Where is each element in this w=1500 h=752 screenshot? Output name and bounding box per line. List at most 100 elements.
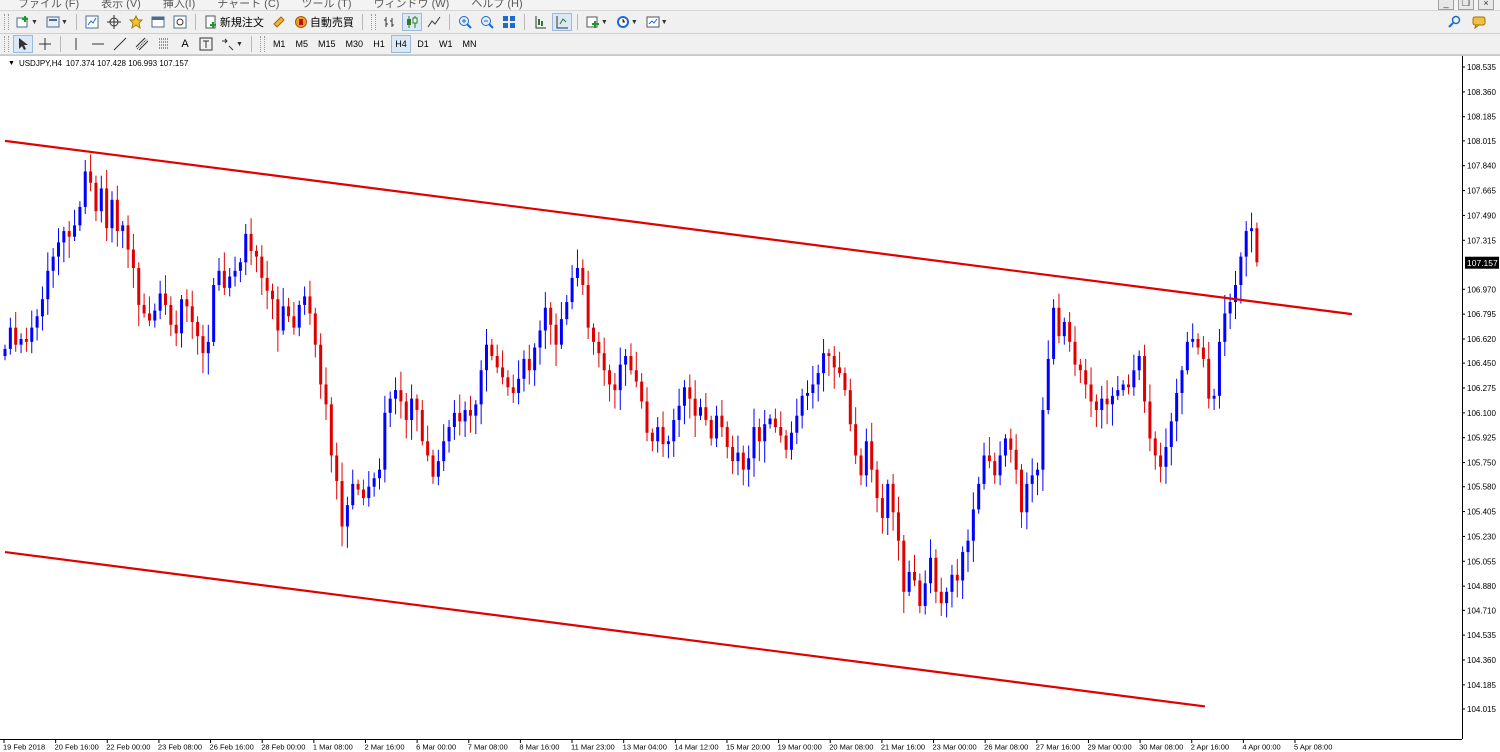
horizontal-line-button[interactable]: [88, 35, 108, 53]
candle-body: [864, 441, 868, 476]
periods-button[interactable]: ▼: [613, 13, 641, 31]
timeframe-mn[interactable]: MN: [459, 35, 481, 53]
cursor-button[interactable]: [13, 35, 33, 53]
candle-body: [415, 398, 419, 411]
candle-body: [977, 483, 981, 510]
candle-body: [870, 441, 874, 470]
candle-body: [543, 307, 547, 331]
toolbar-grip[interactable]: [370, 14, 376, 30]
candle-body: [880, 498, 884, 518]
line-studies-toolbar: A ▼ M1 M5 M15 M30 H1 H4 D1 W1 MN: [0, 34, 1500, 55]
fibonacci-button[interactable]: [154, 35, 174, 53]
menu-item[interactable]: 挿入(I): [163, 0, 195, 10]
candle-body: [731, 446, 735, 462]
arrows-button[interactable]: ▼: [218, 35, 246, 53]
crosshair-icon: [38, 37, 52, 51]
crosshair-button[interactable]: [35, 35, 55, 53]
metaeditor-button[interactable]: [269, 13, 289, 31]
timeframe-m15[interactable]: M15: [314, 35, 340, 53]
price-tick-label: 108.015: [1467, 137, 1496, 146]
candle-body: [158, 293, 162, 311]
menu-item[interactable]: ヘルプ (H): [471, 0, 522, 10]
time-tick-label: 23 Feb 08:00: [158, 743, 202, 752]
menu-item[interactable]: ウィンドウ (W): [374, 0, 450, 10]
candle-body: [1217, 341, 1221, 396]
price-tick-label: 104.015: [1467, 705, 1496, 714]
price-chart[interactable]: 108.535 108.360 108.185 108.015 107.840 107.6…: [0, 56, 1500, 752]
candle-body: [474, 404, 478, 416]
timeframe-m5[interactable]: M5: [291, 35, 312, 53]
price-tick-label: 108.360: [1467, 88, 1496, 97]
data-window-button[interactable]: [104, 13, 124, 31]
chat-icon[interactable]: [1472, 15, 1486, 30]
time-tick-label: 19 Feb 2018: [3, 743, 45, 752]
new-order-button[interactable]: 新規注文: [201, 13, 267, 31]
candle-body: [682, 387, 686, 406]
timeframe-m30[interactable]: M30: [341, 35, 367, 53]
zoom-in-button[interactable]: [455, 13, 475, 31]
candle-body: [1009, 438, 1013, 450]
candle-body: [511, 387, 515, 393]
menu-item[interactable]: チャート (C): [217, 0, 279, 10]
toolbar-grip[interactable]: [259, 36, 265, 52]
equidistant-channel-button[interactable]: [132, 35, 152, 53]
candle-body: [147, 313, 151, 321]
candlestick-button[interactable]: [401, 13, 422, 31]
line-chart-button[interactable]: [424, 13, 444, 31]
timeframe-h1[interactable]: H1: [369, 35, 389, 53]
tile-windows-button[interactable]: [499, 13, 519, 31]
minimize-button[interactable]: _: [1438, 0, 1454, 10]
market-watch-button[interactable]: [82, 13, 102, 31]
timeframe-m1[interactable]: M1: [269, 35, 290, 53]
candle-body: [276, 299, 280, 331]
strategy-tester-button[interactable]: [170, 13, 190, 31]
indicators-button[interactable]: ▼: [583, 13, 611, 31]
autoscroll-button[interactable]: [551, 13, 572, 31]
candle-body: [1148, 401, 1152, 439]
candle-body: [1255, 228, 1259, 263]
candle-body: [356, 483, 360, 490]
text-button[interactable]: A: [176, 35, 194, 53]
chart-shift-button[interactable]: [530, 13, 550, 31]
candle-body: [666, 441, 670, 445]
menu-item[interactable]: ツール (T): [301, 0, 351, 10]
menu-item[interactable]: ファイル (F): [18, 0, 79, 10]
auto-trading-button[interactable]: 自動売買: [291, 13, 357, 31]
toolbar-grip[interactable]: [4, 36, 9, 52]
close-button[interactable]: ×: [1478, 0, 1494, 10]
candle-body: [650, 432, 654, 442]
timeframe-w1[interactable]: W1: [435, 35, 457, 53]
zoom-out-icon: [480, 15, 494, 29]
templates-button[interactable]: ▼: [643, 13, 671, 31]
terminal-button[interactable]: [148, 13, 168, 31]
zoom-out-button[interactable]: [477, 13, 497, 31]
candle-body: [806, 392, 809, 396]
trendline-button[interactable]: [110, 35, 130, 53]
vertical-line-button[interactable]: [66, 35, 86, 53]
chevron-down-icon: ▼: [236, 40, 243, 48]
candle-body: [297, 304, 301, 328]
timeframe-d1[interactable]: D1: [413, 35, 433, 53]
toolbar-separator: [250, 36, 252, 52]
restore-button[interactable]: ❐: [1458, 0, 1474, 10]
text-label-button[interactable]: [196, 35, 216, 53]
bar-chart-button[interactable]: [380, 13, 400, 31]
candle-body: [1175, 392, 1179, 422]
bar-chart-icon: [383, 15, 397, 29]
search-icon[interactable]: [1448, 15, 1462, 29]
window-buttons: _ ❐ ×: [1438, 0, 1494, 10]
candle-body: [201, 336, 205, 354]
navigator-button[interactable]: [126, 13, 146, 31]
timeframe-h4[interactable]: H4: [391, 35, 411, 53]
menu-item[interactable]: 表示 (V): [101, 0, 141, 10]
candle-body: [1212, 395, 1216, 399]
candle-body: [618, 364, 622, 391]
terminal-icon: [151, 15, 165, 29]
candle-body: [228, 276, 232, 288]
toolbar-grip[interactable]: [4, 14, 9, 30]
new-chart-icon: [16, 15, 30, 29]
new-chart-button[interactable]: ▼: [13, 13, 41, 31]
chevron-down-icon: ▼: [660, 18, 668, 26]
chart-window[interactable]: 108.535 108.360 108.185 108.015 107.840 107.6…: [0, 55, 1500, 752]
profiles-button[interactable]: ▼: [43, 13, 71, 31]
